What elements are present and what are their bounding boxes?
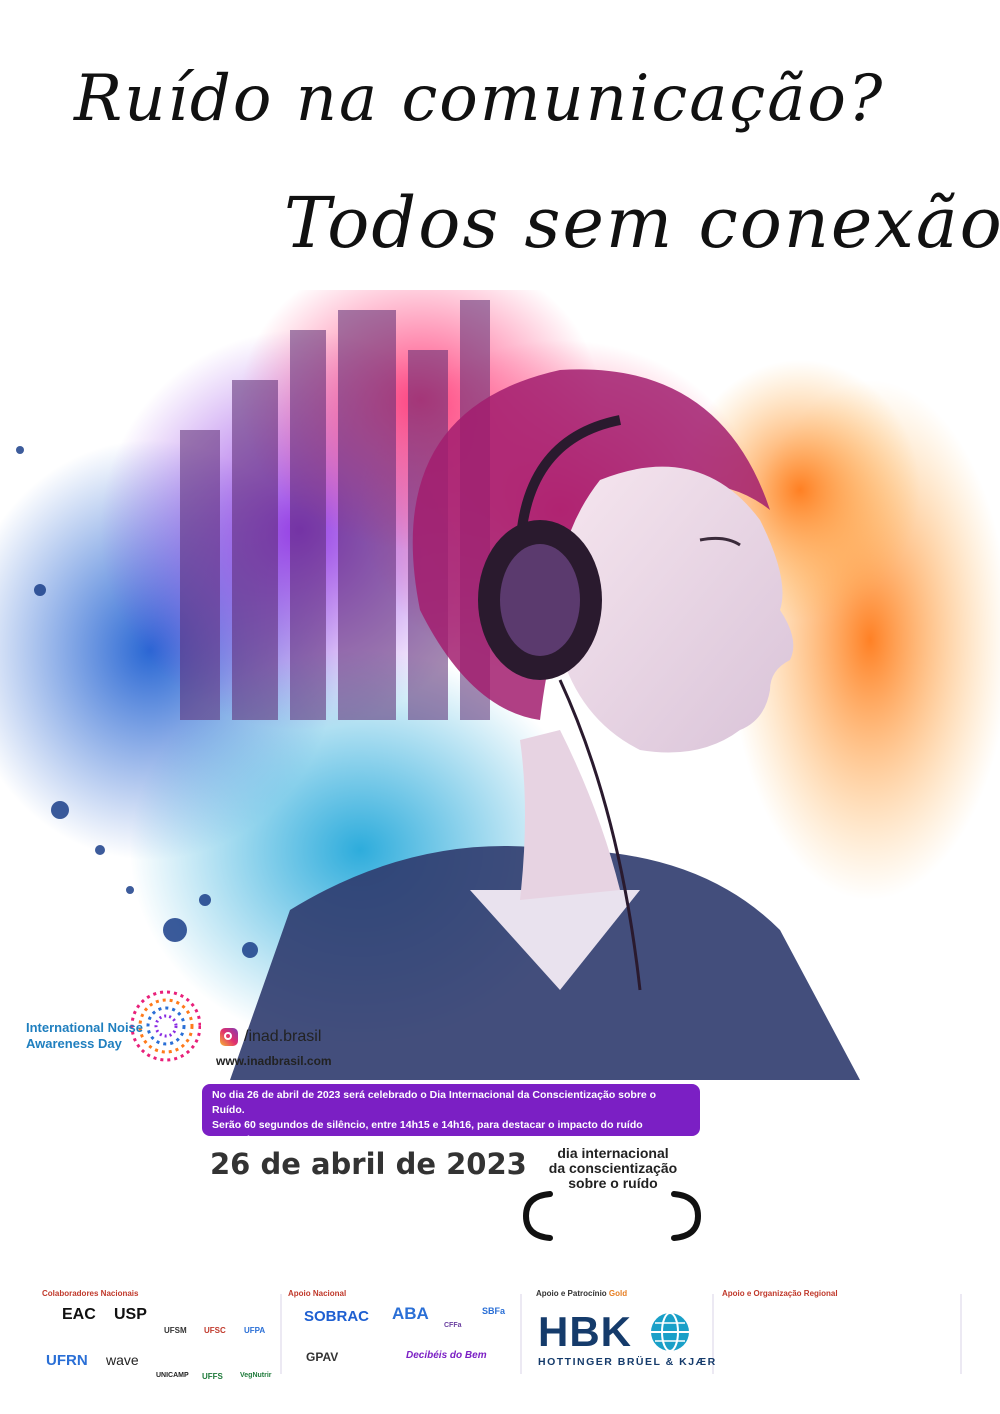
hbk-fullname: HOTTINGER BRÜEL & KJÆR <box>538 1356 717 1368</box>
badge-line-2: da conscientização <box>548 1160 678 1176</box>
instagram-icon <box>220 1028 238 1046</box>
website-link[interactable]: www.inadbrasil.com <box>216 1054 332 1068</box>
logo-wave: wave <box>106 1352 139 1368</box>
event-date: 26 de abril de 2023 <box>210 1147 527 1181</box>
divider <box>960 1294 962 1374</box>
logo-gpav: GPAV <box>306 1350 339 1364</box>
illustration-woman-headphones <box>0 290 1000 1080</box>
logo-ufsm: UFSM <box>164 1326 187 1335</box>
logo-decibeis-do-bem: Decibéis do Bem <box>406 1350 487 1361</box>
regional-title: Apoio e Organização Regional <box>722 1289 838 1298</box>
sponsors-footer: Colaboradores Nacionais Apoio Nacional A… <box>36 1286 966 1386</box>
logo-eac: EAC <box>62 1306 96 1323</box>
info-line-2: Serão 60 segundos de silêncio, entre 14h… <box>212 1119 643 1146</box>
divider <box>520 1294 522 1374</box>
instagram-handle[interactable]: /inad.brasil <box>220 1028 321 1046</box>
headline-line-1: Ruído na comunicação? <box>74 62 885 136</box>
logo-ufrn: UFRN <box>46 1352 88 1369</box>
patrocinio-tier: Gold <box>608 1289 628 1298</box>
logo-sobrac: SOBRAC <box>304 1308 370 1325</box>
info-box: No dia 26 de abril de 2023 será celebrad… <box>202 1084 700 1161</box>
patrocinio-label: Apoio e Patrocínio <box>536 1289 607 1298</box>
logo-cffa: CFFa <box>444 1322 462 1329</box>
apoio-nacional-title: Apoio Nacional <box>288 1289 347 1298</box>
logo-ufpa: UFPA <box>244 1326 266 1335</box>
logo-usp: USP <box>114 1306 147 1323</box>
inad-logo-text: International Noise Awareness Day <box>26 1020 144 1051</box>
headline-line-2: Todos sem conexão! <box>284 182 1000 264</box>
logo-hbk: HBK <box>538 1308 632 1355</box>
colaboradores-title: Colaboradores Nacionais <box>42 1289 139 1298</box>
event-badge: dia internacional da conscientização sob… <box>538 1146 688 1191</box>
badge-line-1: dia internacional <box>557 1145 669 1161</box>
divider <box>280 1294 282 1374</box>
logo-aba: ABA <box>392 1304 429 1323</box>
logo-sbfa: SBFa <box>482 1306 506 1316</box>
logo-vegnutrir: VegNutrir <box>240 1372 272 1379</box>
instagram-label: /inad.brasil <box>244 1028 322 1045</box>
silence-brackets-icon <box>522 1191 702 1241</box>
logo-uffs: UFFS <box>202 1372 223 1381</box>
logo-ufsc: UFSC <box>204 1326 226 1335</box>
info-line-1: No dia 26 de abril de 2023 será celebrad… <box>212 1089 657 1116</box>
patrocinio-title: Apoio e Patrocínio Gold <box>536 1289 627 1298</box>
logo-unicamp: UNICAMP <box>156 1372 189 1379</box>
globe-icon <box>651 1312 689 1352</box>
